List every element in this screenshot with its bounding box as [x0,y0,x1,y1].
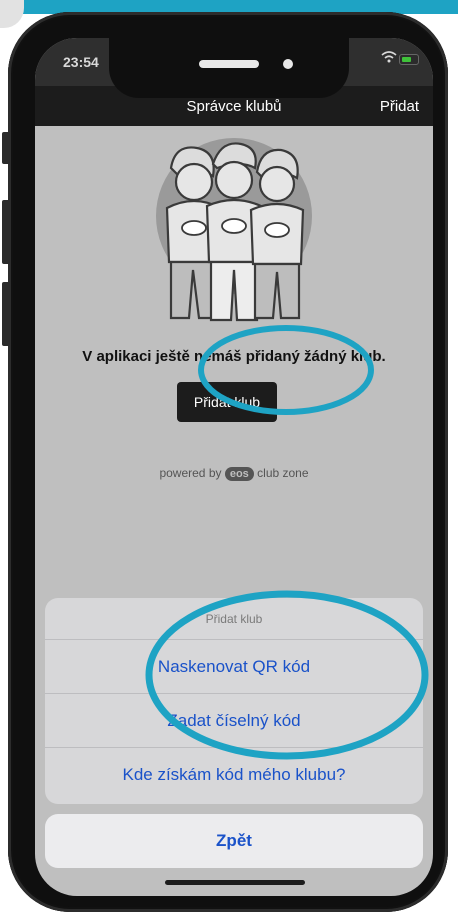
page-title: Správce klubů [186,98,282,115]
phone-screen: 23:54 Správce klubů Přidat V aplikaci je… [35,38,433,896]
powered-by-prefix: powered by [159,466,222,480]
side-button-volume-down [2,282,10,346]
speaker-grille [199,60,259,68]
add-club-button[interactable]: Přidat klub [177,382,277,422]
wifi-icon [381,51,397,66]
scan-qr-code-option[interactable]: Naskenovat QR kód [45,640,423,694]
enter-numeric-code-option[interactable]: Zadat číselný kód [45,694,423,748]
phone-notch [109,38,349,98]
home-indicator [165,880,305,885]
side-button-mute [2,132,10,164]
powered-by-suffix: club zone [257,466,309,480]
powered-by: powered by eos club zone [35,466,433,481]
side-button-volume-up [2,200,10,264]
action-sheet-title: Přidat klub [45,598,423,640]
cancel-button[interactable]: Zpět [45,814,423,868]
three-people-illustration [156,138,312,322]
add-club-nav-button[interactable]: Přidat [380,98,419,115]
corner-decoration [0,0,24,28]
status-time: 23:54 [63,54,99,70]
battery-icon [399,54,419,65]
where-get-code-option[interactable]: Kde získám kód mého klubu? [45,748,423,802]
front-camera [283,59,293,69]
eos-logo: eos [224,467,254,481]
empty-state-message: V aplikaci ještě nemáš přidaný žádný klu… [82,348,386,365]
action-sheet: Přidat klub Naskenovat QR kód Zadat číse… [45,598,423,804]
